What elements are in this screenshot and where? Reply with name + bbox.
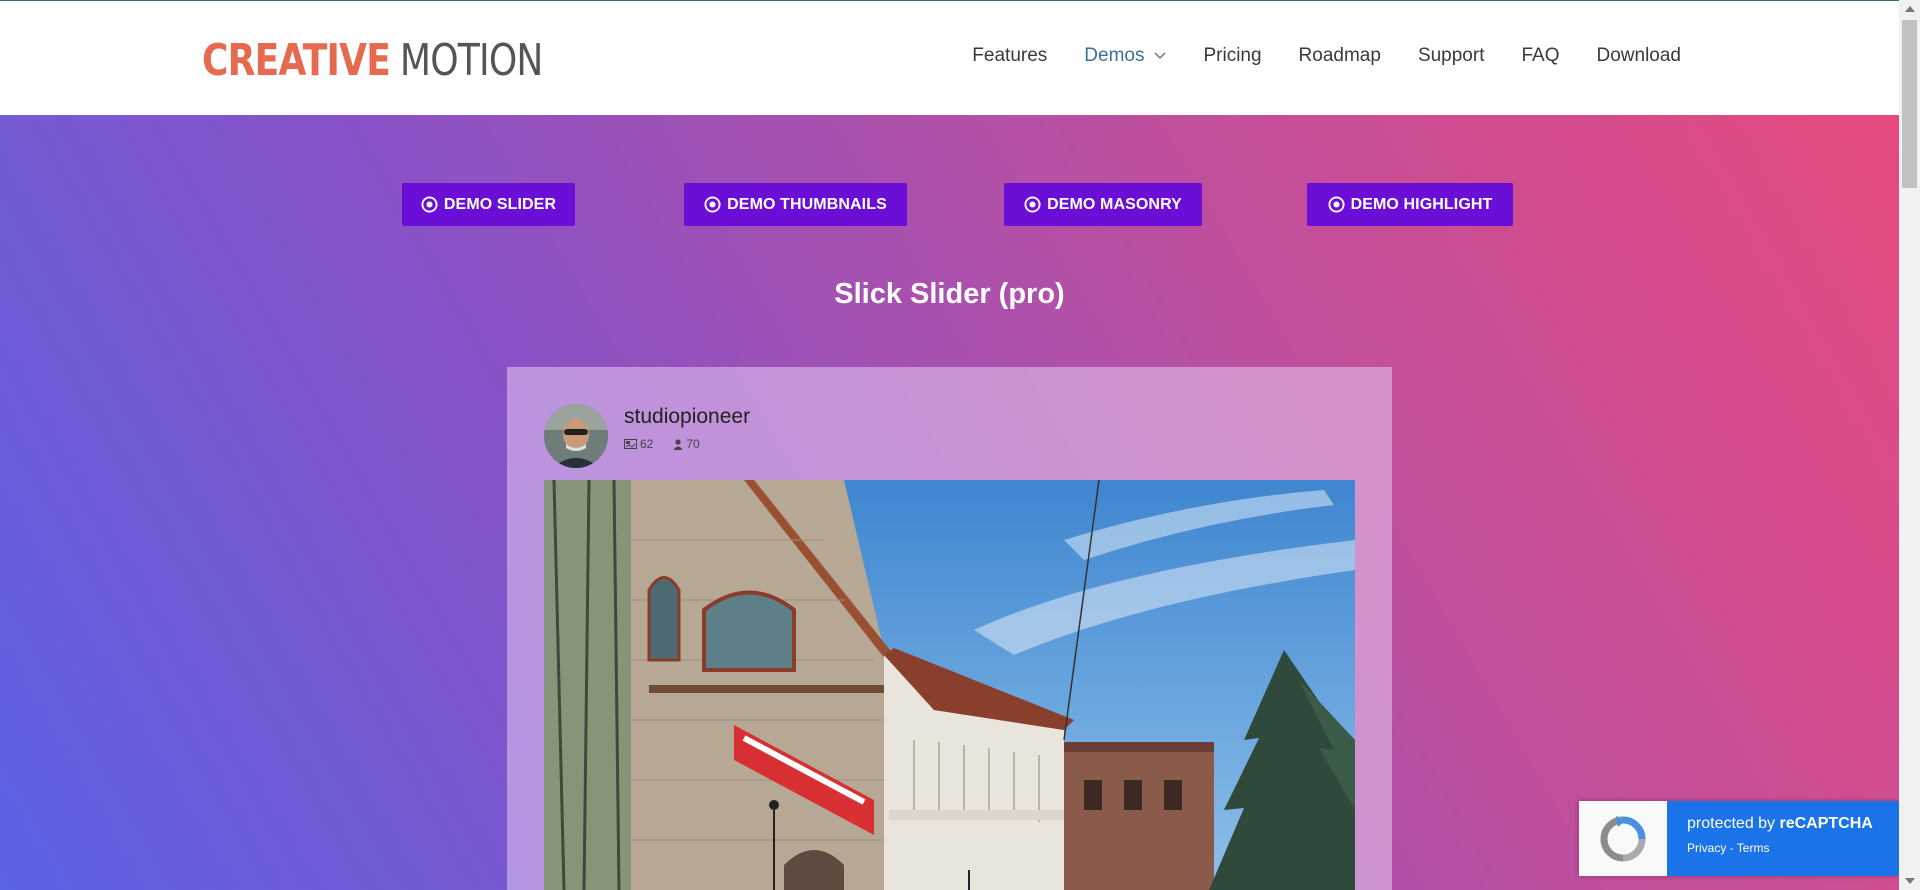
nav-item-download[interactable]: Download (1597, 45, 1682, 67)
scroll-up-arrow-icon[interactable] (1905, 6, 1915, 12)
nav-item-demos[interactable]: Demos (1084, 45, 1166, 67)
button-label: DEMO HIGHLIGHT (1350, 195, 1493, 213)
recaptcha-links: Privacy - Terms (1687, 841, 1899, 855)
page-scrollbar[interactable] (1899, 0, 1920, 890)
protected-by-text: protected by (1687, 815, 1780, 832)
recaptcha-brand: reCAPTCHA (1779, 815, 1873, 832)
privacy-link[interactable]: Privacy (1687, 841, 1726, 855)
demo-highlight-button[interactable]: DEMO HIGHLIGHT (1307, 183, 1513, 226)
logo-creative: CREATIVE (202, 35, 391, 86)
nav-label: Pricing (1203, 45, 1262, 66)
followers-stat: 70 (673, 437, 709, 451)
profile-stats: 62 70 (624, 437, 720, 451)
nav-label: Support (1417, 45, 1485, 66)
terms-link[interactable]: Terms (1737, 841, 1770, 855)
profile-username[interactable]: studiopioneer (624, 405, 750, 429)
main-nav: Features Demos Pricing Roadmap Support F… (935, 45, 1681, 67)
nav-item-roadmap[interactable]: Roadmap (1299, 45, 1381, 67)
nav-item-features[interactable]: Features (972, 45, 1047, 67)
recaptcha-icon (1600, 815, 1646, 861)
nav-label: Roadmap (1298, 45, 1381, 66)
target-icon (1024, 196, 1041, 213)
recaptcha-badge[interactable]: protected by reCAPTCHA Privacy - Terms (1579, 801, 1899, 876)
image-icon (624, 439, 637, 449)
nav-label: Features (972, 45, 1048, 66)
brand-logo[interactable]: CREATIVE MOTION (202, 35, 543, 86)
section-title: Slick Slider (pro) (834, 278, 1065, 310)
nav-label: Demos (1084, 45, 1145, 66)
chevron-down-icon (1154, 52, 1166, 60)
link-separator: - (1726, 841, 1737, 855)
nav-label: FAQ (1521, 45, 1560, 66)
logo-motion: MOTION (399, 35, 544, 86)
instagram-feed-card: studiopioneer 62 70 (507, 367, 1392, 890)
building-photo-image (544, 480, 1355, 890)
scroll-down-arrow-icon[interactable] (1905, 878, 1915, 884)
slider-photo[interactable] (544, 480, 1355, 890)
recaptcha-logo (1579, 801, 1667, 876)
posts-count: 62 (640, 437, 654, 451)
nav-item-support[interactable]: Support (1418, 45, 1485, 67)
demo-slider-button[interactable]: DEMO SLIDER (402, 183, 575, 226)
scrollbar-thumb[interactable] (1902, 20, 1917, 188)
target-icon (1328, 196, 1345, 213)
button-label: DEMO SLIDER (443, 195, 557, 213)
hero-section: DEMO SLIDER DEMO THUMBNAILS DEMO MASONRY… (0, 115, 1899, 890)
target-icon (421, 196, 438, 213)
followers-count: 70 (686, 437, 700, 451)
recaptcha-text: protected by reCAPTCHA Privacy - Terms (1667, 801, 1899, 876)
nav-item-pricing[interactable]: Pricing (1203, 45, 1261, 67)
avatar[interactable] (544, 404, 608, 468)
recaptcha-protected: protected by reCAPTCHA (1687, 815, 1899, 833)
nav-item-faq[interactable]: FAQ (1521, 45, 1559, 67)
nav-label: Download (1596, 45, 1682, 66)
button-label: DEMO THUMBNAILS (727, 195, 887, 213)
posts-stat: 62 (624, 437, 663, 451)
avatar-image (544, 404, 608, 468)
site-header: CREATIVE MOTION Features Demos Pricing R… (0, 1, 1899, 116)
target-icon (704, 196, 721, 213)
button-label: DEMO MASONRY (1047, 195, 1182, 213)
demo-masonry-button[interactable]: DEMO MASONRY (1004, 183, 1202, 226)
user-icon (673, 438, 683, 450)
demo-thumbnails-button[interactable]: DEMO THUMBNAILS (684, 183, 907, 226)
